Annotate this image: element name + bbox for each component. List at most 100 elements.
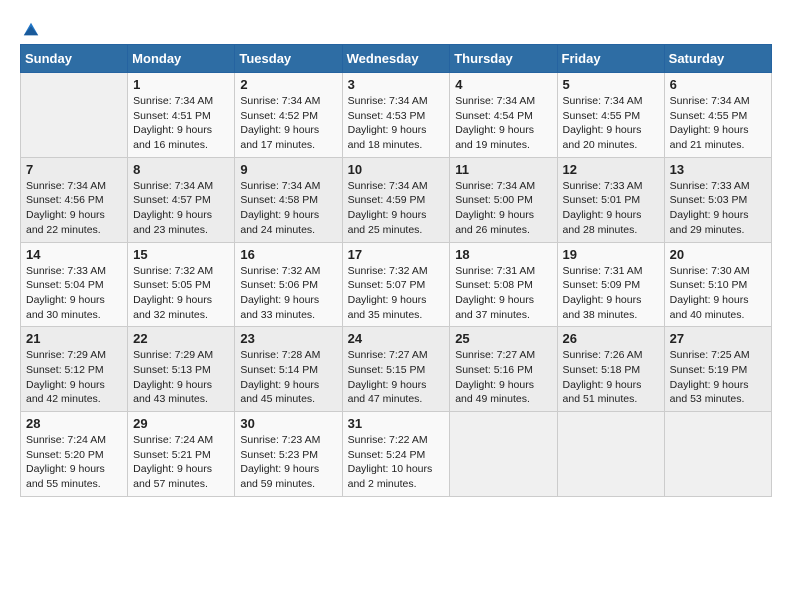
day-info: Sunrise: 7:34 AMSunset: 4:54 PMDaylight:… — [455, 94, 551, 153]
day-number: 8 — [133, 162, 229, 177]
calendar-cell: 15Sunrise: 7:32 AMSunset: 5:05 PMDayligh… — [128, 242, 235, 327]
calendar-cell: 31 Sunrise: 7:22 AMSunset: 5:24 PMDayligh… — [342, 412, 450, 497]
calendar-cell — [557, 412, 664, 497]
day-number: 13 — [670, 162, 766, 177]
day-number: 24 — [348, 331, 445, 346]
day-number: 20 — [670, 247, 766, 262]
day-number: 14 — [26, 247, 122, 262]
calendar-cell: 24 Sunrise: 7:27 AMSunset: 5:15 PMDayligh… — [342, 327, 450, 412]
calendar-cell: 22 Sunrise: 7:29 AMSunset: 5:13 PMDayligh… — [128, 327, 235, 412]
calendar-cell: 4 Sunrise: 7:34 AMSunset: 4:54 PMDaylight… — [450, 73, 557, 158]
calendar-cell: 27Sunrise: 7:25 AMSunset: 5:19 PMDayligh… — [664, 327, 771, 412]
week-row-2: 7Sunrise: 7:34 AMSunset: 4:56 PMDaylight… — [21, 157, 772, 242]
day-number: 10 — [348, 162, 445, 177]
day-number: 2 — [240, 77, 336, 92]
day-header-sunday: Sunday — [21, 45, 128, 73]
day-header-saturday: Saturday — [664, 45, 771, 73]
day-info: Sunrise: 7:34 AMSunset: 4:58 PMDaylight:… — [240, 179, 336, 238]
day-number: 29 — [133, 416, 229, 431]
calendar-cell: 18 Sunrise: 7:31 AMSunset: 5:08 PMDayligh… — [450, 242, 557, 327]
calendar-cell: 13 Sunrise: 7:33 AMSunset: 5:03 PMDayligh… — [664, 157, 771, 242]
day-number: 18 — [455, 247, 551, 262]
day-info: Sunrise: 7:34 AMSunset: 4:51 PMDaylight:… — [133, 94, 229, 153]
week-row-3: 14 Sunrise: 7:33 AMSunset: 5:04 PMDayligh… — [21, 242, 772, 327]
calendar-cell: 26 Sunrise: 7:26 AMSunset: 5:18 PMDayligh… — [557, 327, 664, 412]
calendar-cell: 16 Sunrise: 7:32 AMSunset: 5:06 PMDayligh… — [235, 242, 342, 327]
day-info: Sunrise: 7:27 AMSunset: 5:15 PMDaylight:… — [348, 348, 445, 407]
day-number: 23 — [240, 331, 336, 346]
day-number: 11 — [455, 162, 551, 177]
calendar-cell: 7Sunrise: 7:34 AMSunset: 4:56 PMDaylight… — [21, 157, 128, 242]
day-info: Sunrise: 7:34 AMSunset: 4:55 PMDaylight:… — [670, 94, 766, 153]
calendar-cell: 19Sunrise: 7:31 AMSunset: 5:09 PMDayligh… — [557, 242, 664, 327]
calendar-cell: 21 Sunrise: 7:29 AMSunset: 5:12 PMDayligh… — [21, 327, 128, 412]
day-number: 27 — [670, 331, 766, 346]
day-info: Sunrise: 7:29 AMSunset: 5:12 PMDaylight:… — [26, 348, 122, 407]
day-number: 5 — [563, 77, 659, 92]
logo-icon — [22, 20, 40, 38]
day-info: Sunrise: 7:23 AMSunset: 5:23 PMDaylight:… — [240, 433, 336, 492]
day-info: Sunrise: 7:24 AMSunset: 5:21 PMDaylight:… — [133, 433, 229, 492]
day-info: Sunrise: 7:32 AMSunset: 5:07 PMDaylight:… — [348, 264, 445, 323]
day-number: 22 — [133, 331, 229, 346]
day-header-wednesday: Wednesday — [342, 45, 450, 73]
day-number: 28 — [26, 416, 122, 431]
day-number: 12 — [563, 162, 659, 177]
day-number: 19 — [563, 247, 659, 262]
logo — [20, 20, 40, 34]
calendar-cell: 25 Sunrise: 7:27 AMSunset: 5:16 PMDayligh… — [450, 327, 557, 412]
calendar-cell: 12Sunrise: 7:33 AMSunset: 5:01 PMDayligh… — [557, 157, 664, 242]
day-info: Sunrise: 7:34 AMSunset: 5:00 PMDaylight:… — [455, 179, 551, 238]
calendar-cell: 17 Sunrise: 7:32 AMSunset: 5:07 PMDayligh… — [342, 242, 450, 327]
day-info: Sunrise: 7:30 AMSunset: 5:10 PMDaylight:… — [670, 264, 766, 323]
day-info: Sunrise: 7:27 AMSunset: 5:16 PMDaylight:… — [455, 348, 551, 407]
week-row-4: 21 Sunrise: 7:29 AMSunset: 5:12 PMDayligh… — [21, 327, 772, 412]
calendar-cell: 3 Sunrise: 7:34 AMSunset: 4:53 PMDaylight… — [342, 73, 450, 158]
week-row-5: 28 Sunrise: 7:24 AMSunset: 5:20 PMDayligh… — [21, 412, 772, 497]
day-info: Sunrise: 7:28 AMSunset: 5:14 PMDaylight:… — [240, 348, 336, 407]
day-info: Sunrise: 7:32 AMSunset: 5:05 PMDaylight:… — [133, 264, 229, 323]
day-number: 6 — [670, 77, 766, 92]
calendar-cell: 14 Sunrise: 7:33 AMSunset: 5:04 PMDayligh… — [21, 242, 128, 327]
day-info: Sunrise: 7:24 AMSunset: 5:20 PMDaylight:… — [26, 433, 122, 492]
day-info: Sunrise: 7:22 AMSunset: 5:24 PMDaylight:… — [348, 433, 445, 492]
day-info: Sunrise: 7:34 AMSunset: 4:55 PMDaylight:… — [563, 94, 659, 153]
day-info: Sunrise: 7:34 AMSunset: 4:52 PMDaylight:… — [240, 94, 336, 153]
calendar-cell: 20 Sunrise: 7:30 AMSunset: 5:10 PMDayligh… — [664, 242, 771, 327]
day-info: Sunrise: 7:33 AMSunset: 5:04 PMDaylight:… — [26, 264, 122, 323]
day-number: 3 — [348, 77, 445, 92]
calendar-cell — [664, 412, 771, 497]
calendar-cell: 30 Sunrise: 7:23 AMSunset: 5:23 PMDayligh… — [235, 412, 342, 497]
day-info: Sunrise: 7:33 AMSunset: 5:03 PMDaylight:… — [670, 179, 766, 238]
day-number: 1 — [133, 77, 229, 92]
day-info: Sunrise: 7:31 AMSunset: 5:08 PMDaylight:… — [455, 264, 551, 323]
day-info: Sunrise: 7:26 AMSunset: 5:18 PMDaylight:… — [563, 348, 659, 407]
day-number: 4 — [455, 77, 551, 92]
calendar-cell — [450, 412, 557, 497]
calendar-cell: 5 Sunrise: 7:34 AMSunset: 4:55 PMDaylight… — [557, 73, 664, 158]
day-number: 31 — [348, 416, 445, 431]
day-number: 16 — [240, 247, 336, 262]
day-info: Sunrise: 7:34 AMSunset: 4:59 PMDaylight:… — [348, 179, 445, 238]
day-info: Sunrise: 7:32 AMSunset: 5:06 PMDaylight:… — [240, 264, 336, 323]
day-number: 26 — [563, 331, 659, 346]
day-number: 25 — [455, 331, 551, 346]
calendar-cell: 1 Sunrise: 7:34 AMSunset: 4:51 PMDaylight… — [128, 73, 235, 158]
calendar-cell: 6 Sunrise: 7:34 AMSunset: 4:55 PMDaylight… — [664, 73, 771, 158]
day-number: 17 — [348, 247, 445, 262]
calendar-cell: 28 Sunrise: 7:24 AMSunset: 5:20 PMDayligh… — [21, 412, 128, 497]
day-info: Sunrise: 7:34 AMSunset: 4:53 PMDaylight:… — [348, 94, 445, 153]
calendar-cell: 29 Sunrise: 7:24 AMSunset: 5:21 PMDayligh… — [128, 412, 235, 497]
calendar-cell: 9 Sunrise: 7:34 AMSunset: 4:58 PMDaylight… — [235, 157, 342, 242]
calendar-cell: 23 Sunrise: 7:28 AMSunset: 5:14 PMDayligh… — [235, 327, 342, 412]
day-info: Sunrise: 7:29 AMSunset: 5:13 PMDaylight:… — [133, 348, 229, 407]
day-number: 9 — [240, 162, 336, 177]
day-number: 30 — [240, 416, 336, 431]
calendar-table: SundayMondayTuesdayWednesdayThursdayFrid… — [20, 44, 772, 497]
day-number: 21 — [26, 331, 122, 346]
day-header-monday: Monday — [128, 45, 235, 73]
calendar-cell: 10 Sunrise: 7:34 AMSunset: 4:59 PMDayligh… — [342, 157, 450, 242]
calendar-cell: 11 Sunrise: 7:34 AMSunset: 5:00 PMDayligh… — [450, 157, 557, 242]
day-info: Sunrise: 7:34 AMSunset: 4:57 PMDaylight:… — [133, 179, 229, 238]
calendar-cell — [21, 73, 128, 158]
